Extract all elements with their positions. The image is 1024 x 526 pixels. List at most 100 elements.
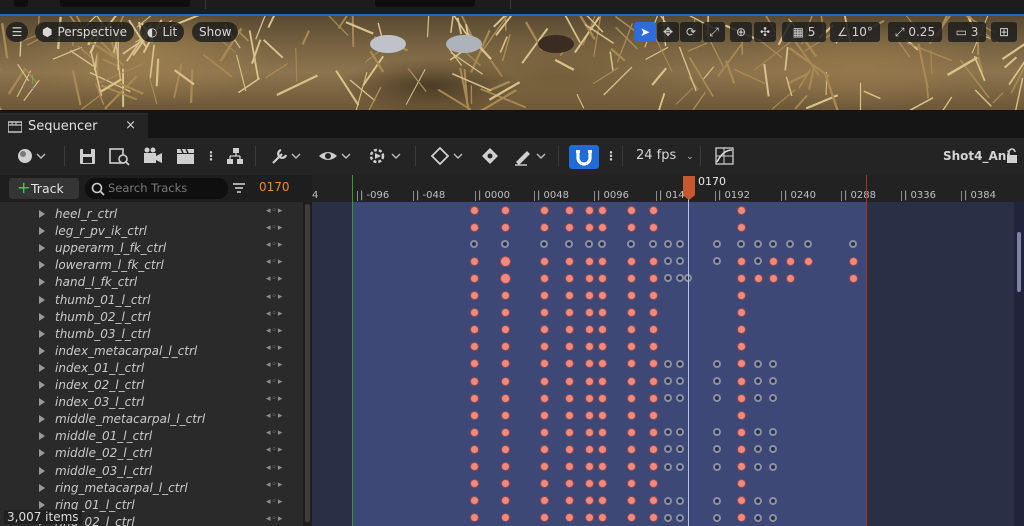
keyframe[interactable]: [539, 256, 549, 266]
track-row[interactable]: hand_l_fk_ctrl ◂◦▸: [0, 274, 303, 291]
keyframe[interactable]: [664, 462, 672, 471]
track-row[interactable]: middle_metacarpal_l_ctrl ◂◦▸: [0, 411, 303, 428]
grid-snap-toggle[interactable]: ▦ 5: [782, 22, 826, 42]
expand-arrow-icon[interactable]: [39, 363, 45, 372]
keyframe[interactable]: [539, 513, 549, 523]
keyframe[interactable]: [584, 496, 594, 506]
keyframe[interactable]: [676, 377, 684, 385]
keyframe[interactable]: [676, 462, 684, 471]
keyframe[interactable]: [597, 393, 607, 403]
keyframe[interactable]: [564, 444, 574, 454]
track-row[interactable]: leg_r_pv_ik_ctrl ◂◦▸: [0, 223, 303, 240]
keyframe[interactable]: [564, 325, 574, 335]
keyframe[interactable]: [597, 291, 607, 300]
expand-arrow-icon[interactable]: [39, 295, 45, 304]
keyframe[interactable]: [500, 513, 510, 523]
keyframe[interactable]: [469, 273, 479, 283]
keyframe[interactable]: [539, 291, 549, 300]
key-navigation-icon[interactable]: ◂◦▸: [266, 360, 283, 370]
key-navigation-icon[interactable]: ◂◦▸: [266, 240, 283, 250]
keyframe[interactable]: [626, 291, 636, 300]
keyframe[interactable]: [584, 359, 594, 369]
more-options-icon[interactable]: ⋮: [205, 146, 217, 166]
keyframe[interactable]: [469, 205, 479, 215]
keyframe[interactable]: [584, 273, 594, 283]
keyframe[interactable]: [664, 359, 672, 368]
keyframe[interactable]: [626, 410, 636, 420]
keyframe[interactable]: [736, 513, 746, 523]
keyframe[interactable]: [648, 359, 658, 369]
keyframe[interactable]: [564, 222, 574, 232]
keyframe[interactable]: [564, 256, 574, 266]
rotate-mode-icon[interactable]: ⟳: [680, 22, 702, 42]
save-button[interactable]: [79, 146, 97, 166]
keyframe-area[interactable]: [312, 202, 1024, 526]
keyframe[interactable]: [713, 377, 721, 385]
track-row[interactable]: middle_01_l_ctrl ◂◦▸: [0, 428, 303, 445]
keyframe[interactable]: [469, 256, 479, 266]
keyframe[interactable]: [469, 410, 479, 420]
keyframe[interactable]: [736, 342, 746, 352]
keyframe[interactable]: [564, 376, 574, 386]
keyframe[interactable]: [500, 376, 510, 386]
keyframe[interactable]: [564, 393, 574, 403]
keyframe[interactable]: [713, 462, 721, 471]
key-interpolation-dropdown[interactable]: [430, 146, 464, 166]
time-ruler[interactable]: 4 | -096 | -048 | 0000 | 0048 | 0096 | 0144 | 0…: [312, 175, 1024, 202]
track-row[interactable]: middle_03_l_ctrl ◂◦▸: [0, 463, 303, 480]
editor-mode-dropdown[interactable]: [60, 0, 190, 7]
keyframe[interactable]: [539, 308, 549, 318]
keyframe[interactable]: [648, 376, 658, 386]
key-navigation-icon[interactable]: ◂◦▸: [266, 309, 283, 319]
keyframe[interactable]: [539, 273, 549, 283]
expand-arrow-icon[interactable]: [39, 500, 45, 509]
keyframe[interactable]: [597, 444, 607, 454]
key-navigation-icon[interactable]: ◂◦▸: [266, 514, 283, 524]
key-navigation-icon[interactable]: ◂◦▸: [266, 445, 283, 455]
keyframe[interactable]: [736, 256, 746, 266]
editor-play-controls[interactable]: [375, 0, 475, 7]
expand-arrow-icon[interactable]: [39, 244, 45, 253]
keyframe[interactable]: [539, 376, 549, 386]
keyframe[interactable]: [469, 342, 479, 352]
world-local-icon[interactable]: ⊕: [730, 22, 752, 42]
keyframe[interactable]: [648, 479, 658, 489]
keyframe[interactable]: [584, 325, 594, 335]
keyframe[interactable]: [769, 513, 777, 522]
keyframe[interactable]: [626, 256, 636, 266]
keyframe[interactable]: [469, 376, 479, 386]
expand-arrow-icon[interactable]: [39, 381, 45, 389]
expand-arrow-icon[interactable]: [39, 227, 45, 236]
keyframe[interactable]: [539, 393, 549, 403]
keyframe[interactable]: [754, 377, 762, 385]
keyframe[interactable]: [597, 308, 607, 318]
keyframe[interactable]: [539, 342, 549, 352]
add-track-button[interactable]: + Track: [9, 178, 79, 199]
keyframe[interactable]: [597, 222, 607, 232]
keyframe[interactable]: [736, 376, 746, 386]
editor-menu-icon[interactable]: [14, 0, 28, 7]
keyframe[interactable]: [539, 325, 549, 335]
playback-end-marker[interactable]: [866, 175, 867, 526]
keyframe[interactable]: [539, 479, 549, 489]
track-row[interactable]: index_03_l_ctrl ◂◦▸: [0, 394, 303, 411]
keyframe[interactable]: [584, 308, 594, 318]
keyframe[interactable]: [584, 342, 594, 352]
keyframe[interactable]: [664, 496, 672, 505]
keyframe[interactable]: [469, 496, 479, 506]
keyframe[interactable]: [539, 222, 549, 232]
track-row[interactable]: index_metacarpal_l_ctrl ◂◦▸: [0, 343, 303, 360]
scrollbar-thumb[interactable]: [305, 204, 310, 522]
keyframe[interactable]: [564, 342, 574, 352]
keyframe[interactable]: [597, 273, 607, 283]
keyframe[interactable]: [664, 377, 672, 385]
keyframe[interactable]: [469, 393, 479, 403]
keyframe[interactable]: [626, 462, 636, 471]
keyframe[interactable]: [584, 393, 594, 403]
keyframe[interactable]: [736, 427, 746, 437]
key-navigation-icon[interactable]: ◂◦▸: [266, 326, 283, 336]
keyframe[interactable]: [626, 342, 636, 352]
keyframe[interactable]: [469, 291, 479, 300]
keyframe[interactable]: [539, 462, 549, 471]
viewport-layout-icon[interactable]: ⊞: [991, 22, 1017, 42]
